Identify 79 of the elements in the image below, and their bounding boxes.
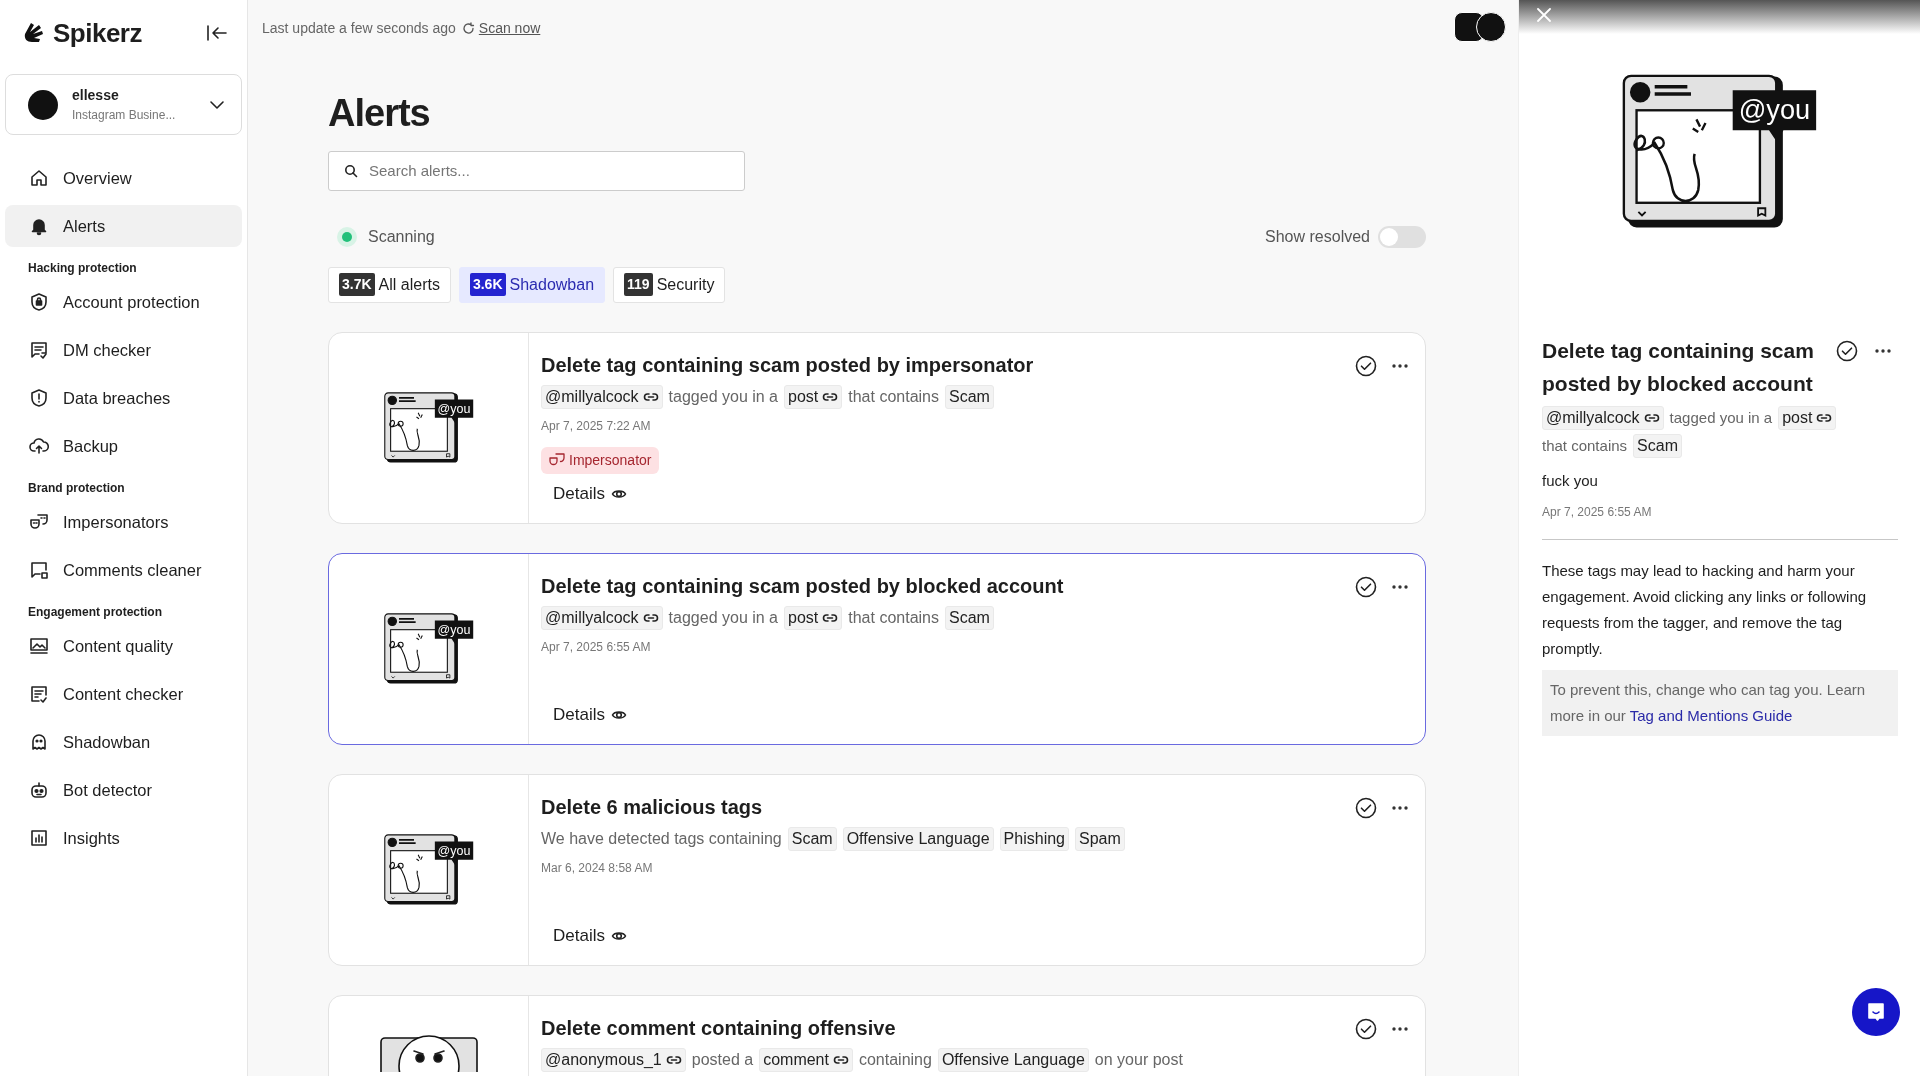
guide-link[interactable]: Tag and Mentions Guide <box>1629 706 1793 724</box>
description-text: that contains <box>848 386 939 407</box>
sidebar-item[interactable]: Bot detector <box>5 769 242 811</box>
scan-now-link[interactable]: Scan now <box>461 18 541 39</box>
alert-card[interactable]: @you Delete 6 malicious tags We have detected tags containing Scam Offensive Language Phishing Spam Mar 6, 2024 8:58 AM Details <box>328 773 1426 966</box>
section-heading: Hacking protection <box>27 260 138 277</box>
keyword-chip: Spam <box>1075 826 1125 851</box>
description-text: containing <box>858 1049 932 1070</box>
details-button[interactable]: Details <box>541 923 641 949</box>
tag-illustration: @you <box>382 833 475 906</box>
alert-title: Delete tag containing scam posted by blocked account <box>1542 338 1815 397</box>
keyword-chip: Phishing <box>999 826 1069 851</box>
sidebar-item[interactable]: Impersonators <box>5 501 242 543</box>
section-heading: Engagement protection <box>27 604 163 621</box>
alert-card[interactable]: @you Delete tag containing scam posted by impersonator @millyalcock tagged you in a post that contains Scam Apr 7, 2025 7:22 AM Impersonator Details <box>328 331 1426 524</box>
sidebar-item[interactable]: Content checker <box>5 673 242 715</box>
description-text: tagged you in a <box>1669 407 1773 428</box>
mention-link[interactable]: comment <box>759 1047 853 1072</box>
alert-card[interactable]: Delete comment containing offensive @anonymous_1 posted a comment containing Offensive Language on your post <box>328 994 1426 1076</box>
alert-date: Mar 6, 2024 8:58 AM <box>541 859 654 877</box>
sidebar-item[interactable]: Comments cleaner <box>5 549 242 591</box>
mention-link[interactable]: @millyalcock <box>541 605 663 630</box>
filter-tab[interactable]: 3.7K All alerts <box>328 266 451 303</box>
keyword-chip: Scam <box>945 384 994 409</box>
tag-illustration: @you <box>382 612 475 685</box>
alert-date: Apr 7, 2025 6:55 AM <box>541 638 652 656</box>
account-type: Instagram Busine... <box>72 107 177 124</box>
account-switcher[interactable]: ellesse Instagram Busine... <box>5 74 242 135</box>
tag-illustration: @you <box>382 391 475 464</box>
keyword-chip: Offensive Language <box>842 826 994 851</box>
alert-title: Delete tag containing scam posted by impersonator <box>541 352 1034 377</box>
account-name: ellesse <box>72 86 120 105</box>
section-heading: Brand protection <box>27 480 126 497</box>
toggle-label: Show resolved <box>1265 226 1370 247</box>
keyword-chip: Scam <box>945 605 994 630</box>
sidebar-item[interactable]: Overview <box>5 157 242 199</box>
mention-link[interactable]: post <box>784 605 843 630</box>
explanation-text: These tags may lead to hacking and harm your engagement. Avoid clicking any links or following requests from the tagger, and remove the tag promptly. <box>1542 560 1868 659</box>
description-text: that contains <box>1542 435 1628 456</box>
filter-tab[interactable]: 3.6K Shadowban <box>458 266 606 303</box>
sidebar-item[interactable]: Account protection <box>5 281 242 323</box>
mention-link[interactable]: post <box>784 384 843 409</box>
last-update-text: Last update a few seconds ago <box>262 19 456 38</box>
alert-title: Delete 6 malicious tags <box>541 794 763 819</box>
details-button[interactable]: Details <box>541 702 641 728</box>
alert-date: Apr 7, 2025 7:22 AM <box>541 417 652 435</box>
page-title: Alerts <box>328 91 431 136</box>
sidebar-item[interactable]: Backup <box>5 425 242 467</box>
alert-title: Delete tag containing scam posted by blocked account <box>541 573 1064 598</box>
brand-name: Spikerz <box>53 16 142 50</box>
alert-date: Apr 7, 2025 6:55 AM <box>1542 503 1653 521</box>
filter-tab[interactable]: 119 Security <box>613 266 726 303</box>
status-text: Scanning <box>368 226 435 247</box>
mention-link[interactable]: @anonymous_1 <box>541 1047 686 1072</box>
sidebar-item[interactable]: Data breaches <box>5 377 242 419</box>
description-text: posted a <box>691 1049 754 1070</box>
mention-link[interactable]: post <box>1778 406 1837 430</box>
description-text: tagged you in a <box>668 386 778 407</box>
description-text: tagged you in a <box>668 607 778 628</box>
comment-text: fuck you <box>1542 471 1599 491</box>
sidebar-item[interactable]: Shadowban <box>5 721 242 763</box>
sidebar-item[interactable]: Alerts <box>5 205 242 247</box>
details-button[interactable]: Details <box>541 481 641 507</box>
sidebar-item[interactable]: Insights <box>5 817 242 859</box>
impersonator-tag: Impersonator <box>541 446 660 474</box>
keyword-chip: Offensive Language <box>937 1047 1089 1072</box>
sidebar-item[interactable]: Content quality <box>5 625 242 667</box>
tip-text: To prevent this, change who can tag you. Learn more in our Tag and Mentions Guide <box>1542 669 1898 736</box>
alert-card[interactable]: @you Delete tag containing scam posted by blocked account @millyalcock tagged you in a post that contains Scam Apr 7, 2025 6:55 AM Details <box>328 552 1426 745</box>
description-text: that contains <box>848 607 939 628</box>
sidebar-item[interactable]: DM checker <box>5 329 242 371</box>
keyword-chip: Scam <box>787 826 837 851</box>
description-text: on your post <box>1094 1049 1183 1070</box>
search-field[interactable]: Search alerts... <box>328 150 745 191</box>
alert-title: Delete comment containing offensive <box>541 1015 896 1040</box>
mention-link[interactable]: @millyalcock <box>541 384 663 409</box>
description-text: We have detected tags containing <box>541 828 782 849</box>
keyword-chip: Scam <box>1633 434 1682 458</box>
mention-link[interactable]: @millyalcock <box>1542 406 1664 430</box>
